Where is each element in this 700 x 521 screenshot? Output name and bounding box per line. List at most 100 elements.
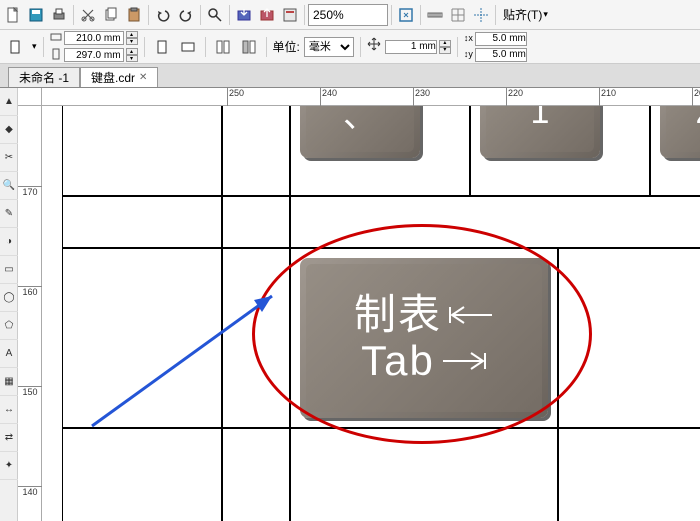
key-label: 、 xyxy=(343,106,377,137)
separator xyxy=(73,5,74,25)
separator xyxy=(148,5,149,25)
key-one: 1 xyxy=(480,106,600,158)
dup-y-input[interactable] xyxy=(475,48,527,62)
ruler-tick: 220 xyxy=(506,88,523,106)
dup-y-icon: ↕y xyxy=(464,50,473,59)
all-pages-button[interactable] xyxy=(212,36,234,58)
new-file-button[interactable] xyxy=(2,4,24,26)
unit-select[interactable]: 毫米 xyxy=(304,37,354,57)
copy-button[interactable] xyxy=(100,4,122,26)
landscape-button[interactable] xyxy=(177,36,199,58)
spin-down[interactable]: ▾ xyxy=(126,38,138,45)
dup-x-input[interactable] xyxy=(475,32,527,46)
dropdown-arrow-icon[interactable]: ▾ xyxy=(543,9,548,20)
canvas-area: 250 240 230 220 210 200 170 160 150 140 xyxy=(18,88,700,521)
grid-cell xyxy=(558,428,700,521)
ruler-tick: 170 xyxy=(18,186,42,197)
height-icon xyxy=(50,48,62,63)
rectangle-tool[interactable]: ▭ xyxy=(0,256,18,284)
table-tool[interactable]: ▦ xyxy=(0,368,18,396)
drawing-canvas[interactable]: 、 1 2 制表 xyxy=(42,106,700,521)
grid-button[interactable] xyxy=(447,4,469,26)
toolbox: ▲ ◆ ✂ 🔍 ✎ ◑ ▭ ◯ ⬠ A ▦ ↔ ⇄ ✦ xyxy=(0,88,18,521)
ruler-tick: 250 xyxy=(227,88,244,106)
guides-button[interactable] xyxy=(470,4,492,26)
zoom-tool[interactable]: 🔍 xyxy=(0,172,18,200)
dimension-tool[interactable]: ↔ xyxy=(0,396,18,424)
rulers-button[interactable] xyxy=(424,4,446,26)
page-width-input[interactable] xyxy=(64,31,124,45)
separator xyxy=(360,37,361,57)
paper-orientation-button[interactable] xyxy=(2,36,28,58)
spin-up[interactable]: ▴ xyxy=(439,40,451,47)
tab-untitled[interactable]: 未命名 -1 xyxy=(8,67,80,87)
key-label: 1 xyxy=(531,106,550,132)
ruler-tick: 140 xyxy=(18,486,42,497)
zoom-level-select[interactable] xyxy=(308,4,388,26)
ruler-tick: 150 xyxy=(18,386,42,397)
ruler-tick: 160 xyxy=(18,286,42,297)
export-button[interactable] xyxy=(256,4,278,26)
nudge-input[interactable] xyxy=(385,40,437,54)
cut-button[interactable] xyxy=(77,4,99,26)
save-button[interactable] xyxy=(25,4,47,26)
smart-fill-tool[interactable]: ◑ xyxy=(0,228,18,256)
property-bar: ▾ ▴▾ ▴▾ 单位: 毫米 ▴▾ ↕x ↕y xyxy=(0,30,700,64)
vertical-ruler[interactable]: 170 160 150 140 xyxy=(18,106,42,521)
horizontal-ruler[interactable]: 250 240 230 220 210 200 xyxy=(42,88,700,106)
connector-tool[interactable]: ⇄ xyxy=(0,424,18,452)
width-icon xyxy=(50,31,62,46)
workspace: ▲ ◆ ✂ 🔍 ✎ ◑ ▭ ◯ ⬠ A ▦ ↔ ⇄ ✦ 250 240 230 … xyxy=(0,88,700,521)
separator xyxy=(200,5,201,25)
shape-tool[interactable]: ◆ xyxy=(0,116,18,144)
spin-down[interactable]: ▾ xyxy=(126,55,138,62)
dropdown-arrow-icon[interactable]: ▾ xyxy=(32,41,37,52)
import-button[interactable] xyxy=(233,4,255,26)
tab-keyboard[interactable]: 键盘.cdr ✕ xyxy=(80,67,158,87)
pick-tool[interactable]: ▲ xyxy=(0,88,18,116)
spin-down[interactable]: ▾ xyxy=(439,47,451,54)
separator xyxy=(205,37,206,57)
current-page-button[interactable] xyxy=(238,36,260,58)
separator xyxy=(457,37,458,57)
freehand-tool[interactable]: ✎ xyxy=(0,200,18,228)
separator xyxy=(144,37,145,57)
fullscreen-button[interactable] xyxy=(395,4,417,26)
spin-up[interactable]: ▴ xyxy=(126,48,138,55)
document-tabs: 未命名 -1 键盘.cdr ✕ xyxy=(0,64,700,88)
grid-cell xyxy=(62,428,222,521)
grid-cell xyxy=(222,196,290,248)
portrait-button[interactable] xyxy=(151,36,173,58)
key-two: 2 xyxy=(660,106,700,158)
print-button[interactable] xyxy=(48,4,70,26)
search-button[interactable] xyxy=(204,4,226,26)
key-backtick: 、 xyxy=(300,106,420,158)
publish-button[interactable] xyxy=(279,4,301,26)
grid-cell xyxy=(62,196,222,248)
separator xyxy=(420,5,421,25)
spin-up[interactable]: ▴ xyxy=(126,31,138,38)
effects-tool[interactable]: ✦ xyxy=(0,452,18,480)
ellipse-tool[interactable]: ◯ xyxy=(0,284,18,312)
page-height-input[interactable] xyxy=(64,48,124,62)
separator xyxy=(229,5,230,25)
polygon-tool[interactable]: ⬠ xyxy=(0,312,18,340)
paste-button[interactable] xyxy=(123,4,145,26)
unit-label: 单位: xyxy=(273,38,300,55)
separator xyxy=(304,5,305,25)
text-tool[interactable]: A xyxy=(0,340,18,368)
grid-cell xyxy=(62,106,222,196)
nudge-group: ▴▾ xyxy=(385,40,451,54)
crop-tool[interactable]: ✂ xyxy=(0,144,18,172)
close-icon[interactable]: ✕ xyxy=(139,72,147,83)
redo-button[interactable] xyxy=(175,4,197,26)
ruler-tick: 200 xyxy=(692,88,700,106)
snap-label[interactable]: 贴齐(T) xyxy=(503,6,542,23)
tab-label: 键盘.cdr xyxy=(91,69,135,86)
nudge-icon xyxy=(367,37,381,56)
ruler-origin[interactable] xyxy=(18,88,42,106)
key-label: 2 xyxy=(696,106,700,132)
separator xyxy=(43,37,44,57)
grid-cell xyxy=(222,428,290,521)
undo-button[interactable] xyxy=(152,4,174,26)
